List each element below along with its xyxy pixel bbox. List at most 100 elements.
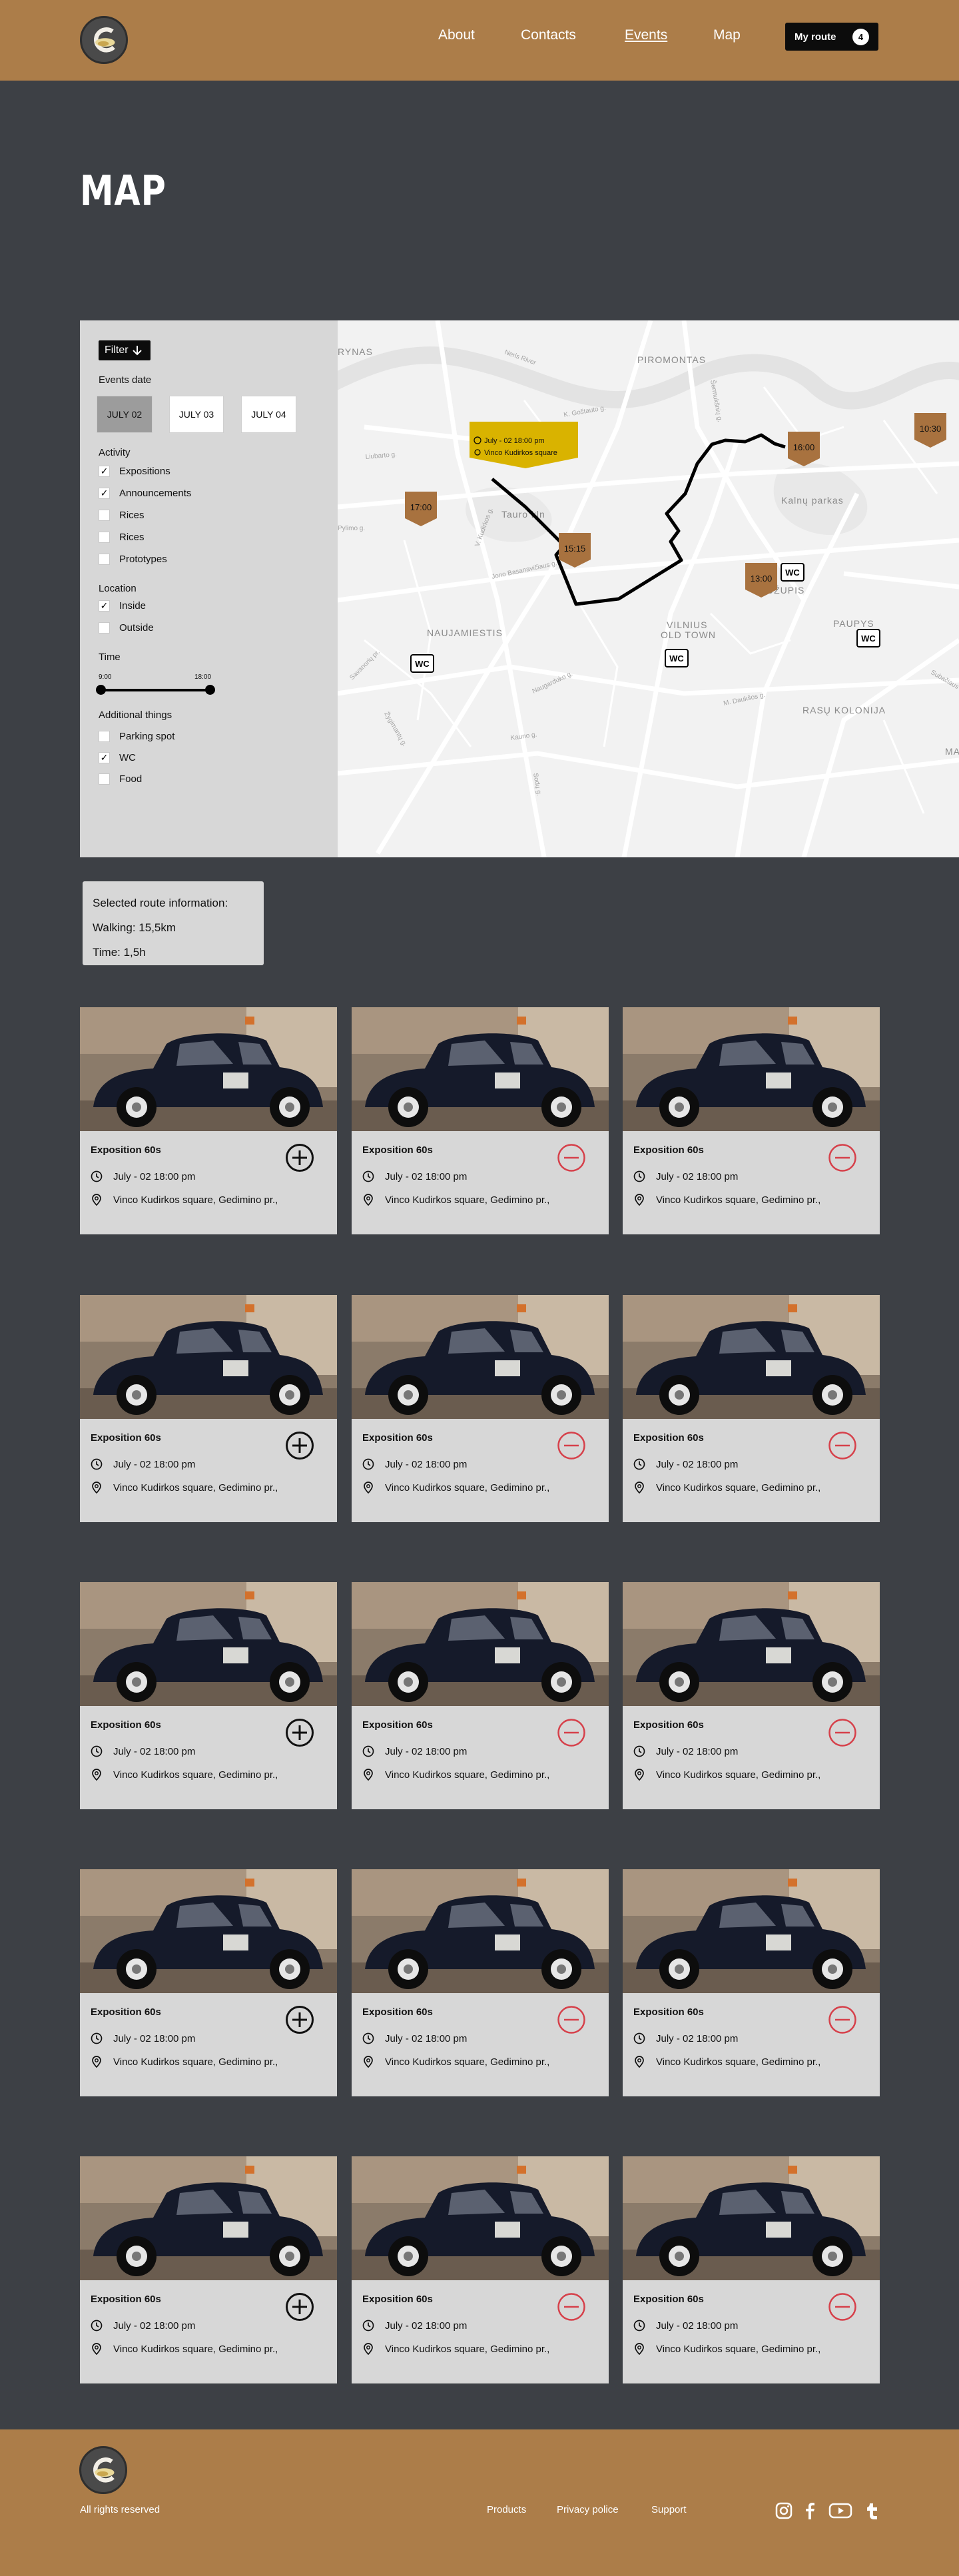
- event-card[interactable]: Exposition 60s July - 02 18:00 pm Vinco Ku…: [623, 2156, 880, 2383]
- nav-events[interactable]: Events: [625, 27, 667, 44]
- activity-option[interactable]: ✓ Expositions: [99, 466, 170, 477]
- city-map[interactable]: RYNAS PIROMONTAS Tauro kln NAUJAMIESTIS …: [338, 320, 959, 857]
- event-card[interactable]: Exposition 60s July - 02 18:00 pm Vinco Ku…: [80, 1869, 337, 2096]
- minus-circle-icon[interactable]: [557, 1431, 586, 1460]
- logo-icon[interactable]: [80, 16, 128, 64]
- time-slider-track[interactable]: [99, 689, 213, 691]
- checkbox-checked-icon[interactable]: ✓: [99, 600, 110, 612]
- event-date: July - 02 18:00 pm: [656, 1458, 739, 1470]
- footer-link-support[interactable]: Support: [651, 2504, 687, 2515]
- map-marker-time: 10:30: [920, 424, 942, 434]
- location-pin-icon: [364, 1194, 373, 1206]
- footer-logo-icon[interactable]: [79, 2446, 127, 2494]
- date-july-04[interactable]: JULY 04: [241, 396, 296, 433]
- nav-about[interactable]: About: [438, 27, 475, 44]
- minus-circle-icon[interactable]: [557, 1143, 586, 1172]
- map-label-kalnu-parkas: Kalnų parkas: [781, 495, 844, 506]
- event-date-row: July - 02 18:00 pm: [633, 1170, 738, 1182]
- map-marker-time: 13:00: [751, 574, 773, 584]
- event-place: Vinco Kudirkos square, Gedimino pr.,: [113, 2056, 278, 2068]
- tumblr-icon[interactable]: [863, 2501, 882, 2520]
- event-card[interactable]: Exposition 60s July - 02 18:00 pm Vinco Ku…: [80, 1007, 337, 1234]
- activity-label: Rices: [119, 510, 145, 521]
- plus-circle-icon[interactable]: [285, 1143, 314, 1172]
- minus-circle-icon[interactable]: [828, 1718, 857, 1747]
- minus-circle-icon[interactable]: [828, 2005, 857, 2034]
- nav-map[interactable]: Map: [713, 27, 741, 44]
- location-pin-icon: [635, 2343, 644, 2355]
- event-card[interactable]: Exposition 60s July - 02 18:00 pm Vinco Ku…: [352, 1869, 609, 2096]
- footer-link-products[interactable]: Products: [487, 2504, 526, 2515]
- additional-option[interactable]: Parking spot: [99, 731, 174, 742]
- event-card[interactable]: Exposition 60s July - 02 18:00 pm Vinco Ku…: [80, 2156, 337, 2383]
- activity-option[interactable]: Rices: [99, 510, 145, 521]
- arrow-down-icon: [132, 346, 142, 356]
- checkbox-checked-icon[interactable]: ✓: [99, 488, 110, 499]
- activity-option[interactable]: Rices: [99, 532, 145, 543]
- plus-circle-icon[interactable]: [285, 2292, 314, 2322]
- facebook-icon[interactable]: [800, 2501, 819, 2520]
- event-place-row: Vinco Kudirkos square, Gedimino pr.,: [91, 1482, 278, 1494]
- date-july-03[interactable]: JULY 03: [169, 396, 224, 433]
- minus-circle-icon[interactable]: [828, 2292, 857, 2322]
- plus-circle-icon[interactable]: [285, 1718, 314, 1747]
- checkbox-icon[interactable]: [99, 554, 110, 565]
- location-pin-icon: [364, 2056, 373, 2068]
- checkbox-icon[interactable]: [99, 622, 110, 634]
- location-option[interactable]: ✓ Inside: [99, 600, 146, 612]
- checkbox-checked-icon[interactable]: ✓: [99, 752, 110, 763]
- wc-icon[interactable]: WC: [781, 563, 804, 582]
- footer-link-privacy[interactable]: Privacy police: [557, 2504, 619, 2515]
- map-street-pylimo: Pylimo g.: [338, 525, 365, 532]
- event-card[interactable]: Exposition 60s July - 02 18:00 pm Vinco Ku…: [352, 2156, 609, 2383]
- event-card[interactable]: Exposition 60s July - 02 18:00 pm Vinco Ku…: [623, 1007, 880, 1234]
- event-title: Exposition 60s: [633, 2006, 704, 2018]
- wc-icon[interactable]: WC: [410, 654, 434, 673]
- activity-label: Announcements: [119, 488, 192, 499]
- wc-icon[interactable]: WC: [665, 649, 689, 667]
- event-card[interactable]: Exposition 60s July - 02 18:00 pm Vinco Ku…: [352, 1582, 609, 1809]
- location-pin-icon: [92, 1769, 101, 1781]
- additional-option[interactable]: ✓ WC: [99, 752, 136, 763]
- minus-circle-icon[interactable]: [557, 1718, 586, 1747]
- checkbox-icon[interactable]: [99, 532, 110, 543]
- event-photo: [623, 1869, 880, 1993]
- filter-button[interactable]: Filter: [99, 340, 151, 360]
- time-slider-max-handle[interactable]: [205, 685, 215, 695]
- checkbox-icon[interactable]: [99, 510, 110, 521]
- clock-icon: [91, 2320, 103, 2332]
- event-card[interactable]: Exposition 60s July - 02 18:00 pm Vinco Ku…: [352, 1007, 609, 1234]
- minus-circle-icon[interactable]: [557, 2005, 586, 2034]
- nav-contacts[interactable]: Contacts: [521, 27, 576, 44]
- event-place-row: Vinco Kudirkos square, Gedimino pr.,: [633, 2343, 820, 2355]
- date-july-02[interactable]: JULY 02: [97, 396, 153, 433]
- plus-circle-icon[interactable]: [285, 2005, 314, 2034]
- event-card[interactable]: Exposition 60s July - 02 18:00 pm Vinco Ku…: [623, 1582, 880, 1809]
- event-date-row: July - 02 18:00 pm: [362, 2320, 467, 2332]
- activity-option[interactable]: Prototypes: [99, 554, 167, 565]
- activity-option[interactable]: ✓ Announcements: [99, 488, 191, 499]
- checkbox-icon[interactable]: [99, 731, 110, 742]
- minus-circle-icon[interactable]: [828, 1431, 857, 1460]
- checkbox-icon[interactable]: [99, 773, 110, 785]
- location-option[interactable]: Outside: [99, 622, 154, 634]
- event-card[interactable]: Exposition 60s July - 02 18:00 pm Vinco Ku…: [623, 1295, 880, 1522]
- youtube-icon[interactable]: [828, 2501, 852, 2520]
- activity-label: Expositions: [119, 466, 170, 477]
- wc-icon[interactable]: WC: [856, 629, 880, 647]
- minus-circle-icon[interactable]: [557, 2292, 586, 2322]
- event-card[interactable]: Exposition 60s July - 02 18:00 pm Vinco Ku…: [80, 1582, 337, 1809]
- time-slider-min-handle[interactable]: [96, 685, 106, 695]
- event-card[interactable]: Exposition 60s July - 02 18:00 pm Vinco Ku…: [80, 1295, 337, 1522]
- minus-circle-icon[interactable]: [828, 1143, 857, 1172]
- event-place: Vinco Kudirkos square, Gedimino pr.,: [385, 1194, 550, 1206]
- event-place-row: Vinco Kudirkos square, Gedimino pr.,: [91, 1194, 278, 1206]
- event-place: Vinco Kudirkos square, Gedimino pr.,: [656, 1769, 821, 1781]
- my-route-button[interactable]: My route 4: [785, 23, 878, 51]
- instagram-icon[interactable]: [775, 2501, 793, 2520]
- event-card[interactable]: Exposition 60s July - 02 18:00 pm Vinco Ku…: [352, 1295, 609, 1522]
- plus-circle-icon[interactable]: [285, 1431, 314, 1460]
- checkbox-checked-icon[interactable]: ✓: [99, 466, 110, 477]
- event-card[interactable]: Exposition 60s July - 02 18:00 pm Vinco Ku…: [623, 1869, 880, 2096]
- additional-option[interactable]: Food: [99, 773, 142, 785]
